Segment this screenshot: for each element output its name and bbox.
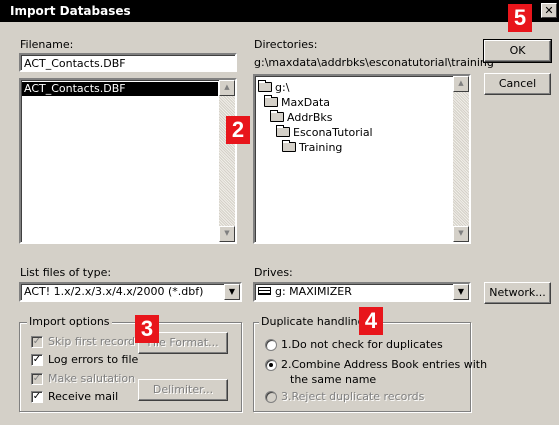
network-button[interactable]: Network... xyxy=(484,282,551,304)
receive-mail-checkbox[interactable]: ✓ xyxy=(31,391,43,403)
open-folder-icon xyxy=(276,125,290,137)
file-list-scrollbar[interactable]: ▲ ▼ xyxy=(219,80,235,242)
open-folder-icon xyxy=(282,140,296,152)
directory-item-esconatutorial[interactable]: EsconaTutorial xyxy=(276,125,373,139)
make-salutation-checkbox[interactable]: ✓ xyxy=(31,373,43,385)
title-bar: Import Databases xyxy=(0,0,559,22)
duplicate-handling-title: Duplicate handling xyxy=(259,315,367,328)
filename-label: Filename: xyxy=(20,38,74,51)
combine-entries-label: 2.Combine Address Book entries with xyxy=(281,358,488,371)
log-errors-checkbox[interactable]: ✓ xyxy=(31,354,43,366)
skip-first-record-checkbox[interactable]: ✓ xyxy=(31,336,43,348)
directory-tree[interactable]: g:\ MaxData AddrBks EsconaTutorial Train… xyxy=(253,74,471,244)
import-databases-dialog: Import Databases ✕ Filename: ACT_Contact… xyxy=(0,0,559,425)
scroll-up-icon[interactable]: ▲ xyxy=(219,80,235,96)
directory-item-maxdata[interactable]: MaxData xyxy=(264,95,330,109)
skip-first-record-label: Skip first record xyxy=(48,335,136,348)
log-errors-label: Log errors to file xyxy=(48,353,139,366)
directory-item-g[interactable]: g:\ xyxy=(258,80,289,94)
open-folder-icon xyxy=(270,110,284,122)
callout-badge-4: 4 xyxy=(359,307,383,335)
chevron-down-icon[interactable]: ▼ xyxy=(224,284,240,300)
callout-badge-2: 2 xyxy=(226,116,250,144)
drives-label: Drives: xyxy=(254,266,293,279)
drives-value: g: MAXIMIZER xyxy=(258,285,352,298)
reject-duplicates-label: 3.Reject duplicate records xyxy=(281,390,425,403)
filename-input-value: ACT_Contacts.DBF xyxy=(24,57,126,70)
ok-button[interactable]: OK xyxy=(483,39,552,63)
file-type-label: List files of type: xyxy=(20,266,112,279)
combine-entries-label-line2: the same name xyxy=(290,373,377,386)
do-not-check-label: 1.Do not check for duplicates xyxy=(281,338,443,351)
file-type-value: ACT! 1.x/2.x/3.x/4.x/2000 (*.dbf) xyxy=(24,285,204,298)
import-options-title: Import options xyxy=(27,315,112,328)
reject-duplicates-radio[interactable] xyxy=(265,391,277,403)
delimiter-button[interactable]: Delimiter... xyxy=(138,379,228,401)
drive-icon xyxy=(258,287,271,295)
drives-dropdown[interactable]: g: MAXIMIZER ▼ xyxy=(253,282,471,302)
file-list-item[interactable]: ACT_Contacts.DBF xyxy=(22,82,218,96)
cancel-button[interactable]: Cancel xyxy=(484,73,551,95)
file-type-dropdown[interactable]: ACT! 1.x/2.x/3.x/4.x/2000 (*.dbf) ▼ xyxy=(19,282,242,302)
directories-label: Directories: xyxy=(254,38,318,51)
dialog-title: Import Databases xyxy=(10,4,131,18)
radio-selected-dot xyxy=(269,363,273,367)
file-list[interactable]: ACT_Contacts.DBF ▲ ▼ xyxy=(19,78,237,244)
directory-tree-scrollbar[interactable]: ▲ ▼ xyxy=(453,76,469,242)
scroll-up-icon[interactable]: ▲ xyxy=(453,76,469,92)
current-directory-path: g:\maxdata\addrbks\esconatutorial\traini… xyxy=(254,56,494,69)
chevron-down-icon[interactable]: ▼ xyxy=(453,284,469,300)
open-folder-icon xyxy=(258,80,272,92)
scroll-down-icon[interactable]: ▼ xyxy=(453,226,469,242)
make-salutation-label: Make salutation xyxy=(48,372,136,385)
do-not-check-radio[interactable] xyxy=(265,339,277,351)
receive-mail-label: Receive mail xyxy=(48,390,119,403)
combine-entries-radio[interactable] xyxy=(265,359,277,371)
open-folder-icon xyxy=(264,95,278,107)
close-icon[interactable]: ✕ xyxy=(541,3,557,18)
scroll-down-icon[interactable]: ▼ xyxy=(219,226,235,242)
filename-input[interactable]: ACT_Contacts.DBF xyxy=(19,53,237,72)
callout-badge-3: 3 xyxy=(135,315,159,343)
directory-item-training[interactable]: Training xyxy=(282,140,342,154)
directory-item-addrbks[interactable]: AddrBks xyxy=(270,110,332,124)
callout-badge-5: 5 xyxy=(508,4,532,32)
